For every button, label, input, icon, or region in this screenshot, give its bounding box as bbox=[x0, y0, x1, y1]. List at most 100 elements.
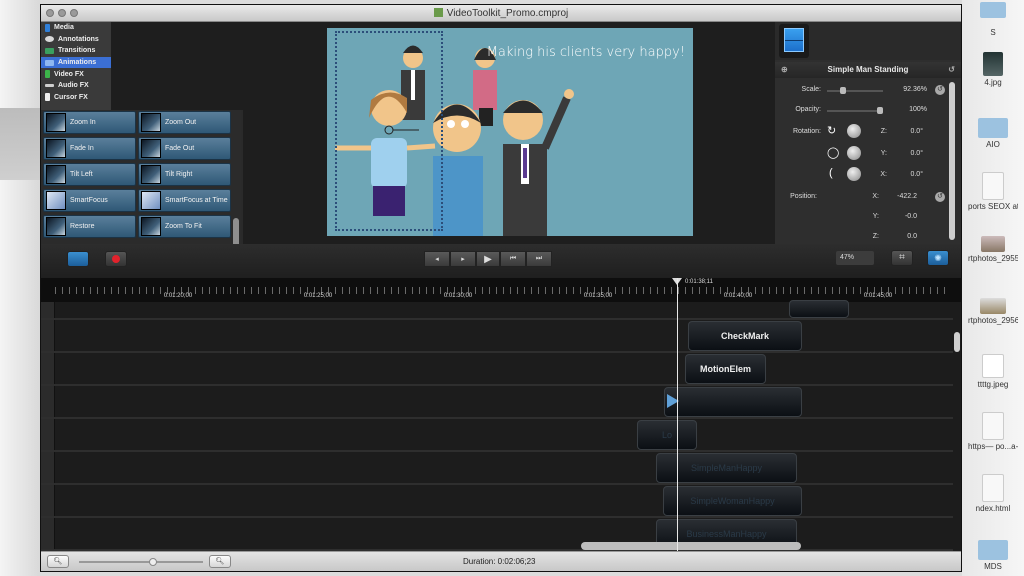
sidebar-item-animations[interactable]: Animations bbox=[41, 56, 111, 69]
tile-tilt-left[interactable]: Tilt Left bbox=[43, 163, 136, 186]
opacity-slider-thumb[interactable] bbox=[877, 107, 883, 114]
reset-all-icon[interactable]: ↺ bbox=[948, 62, 955, 78]
opacity-slider[interactable] bbox=[827, 107, 883, 114]
zoom-level-select[interactable]: 47% bbox=[836, 251, 874, 265]
desktop-tag[interactable]: S bbox=[968, 26, 1018, 37]
app-window: VideoToolkit_Promo.cmproj Media Annotati… bbox=[40, 4, 962, 572]
timeline-ruler[interactable]: 0:01:20;00 0:01:25;00 0:01:30;00 0:01:35… bbox=[41, 278, 961, 302]
timeline-vertical-scrollbar[interactable] bbox=[953, 302, 961, 551]
desktop-html-icon[interactable]: ndex.html bbox=[968, 474, 1018, 513]
tile-zoom-to-fit[interactable]: Zoom To Fit bbox=[138, 215, 231, 238]
ruler-label: 0:01:20;00 bbox=[163, 293, 193, 299]
track-header[interactable] bbox=[41, 452, 55, 483]
desktop-doc-icon[interactable]: ports SEOX at mid GG, SEO bbox=[968, 172, 1018, 211]
rotate-z-icon: ↻ bbox=[827, 125, 837, 137]
timeline-clip[interactable]: SimpleWomanHappy bbox=[663, 486, 802, 516]
position-z-value[interactable]: 0.0 bbox=[883, 233, 917, 240]
track-header[interactable] bbox=[41, 419, 55, 450]
desktop-image-icon[interactable]: 4.jpg bbox=[968, 52, 1018, 87]
media-icon bbox=[45, 23, 50, 32]
track-header[interactable] bbox=[41, 320, 55, 351]
audio-fx-icon bbox=[45, 84, 54, 88]
record-button[interactable] bbox=[105, 251, 127, 267]
desktop-icons: S 4.jpg AIO ports SEOX at mid GG, SEO rt… bbox=[962, 0, 1024, 576]
tile-restore[interactable]: Restore bbox=[43, 215, 136, 238]
rotation-y-knob[interactable] bbox=[847, 146, 861, 160]
visual-properties-button[interactable] bbox=[779, 24, 809, 58]
crop-button[interactable]: ⌗ bbox=[891, 250, 913, 266]
sidebar-item-media[interactable]: Media bbox=[41, 22, 111, 34]
businessman-front bbox=[503, 89, 574, 236]
fade-out-thumbnail bbox=[141, 139, 161, 158]
desktop-image-icon[interactable]: rtphotos_2956 um...g-4aa.jp bbox=[968, 298, 1018, 325]
restore-thumbnail bbox=[46, 217, 66, 236]
sidebar-item-annotations[interactable]: Annotations bbox=[41, 34, 111, 46]
step-forward-button[interactable]: ▸ bbox=[450, 251, 476, 267]
desktop-image-icon[interactable]: ttttg.jpeg bbox=[968, 354, 1018, 389]
scale-slider[interactable] bbox=[827, 87, 883, 94]
track-header[interactable] bbox=[41, 353, 55, 384]
position-x-value[interactable]: -422.2 bbox=[883, 193, 917, 200]
sidebar-item-video-fx[interactable]: Video FX bbox=[41, 68, 111, 80]
opacity-value[interactable]: 100% bbox=[885, 106, 927, 113]
rotation-y-value[interactable]: 0.0° bbox=[893, 150, 923, 157]
track-header[interactable] bbox=[41, 518, 55, 549]
skip-forward-button[interactable]: ⏭ bbox=[526, 251, 552, 267]
rotation-z-knob[interactable] bbox=[847, 124, 861, 138]
tile-smartfocus-at-time[interactable]: SmartFocus at Time bbox=[138, 189, 231, 212]
track-header[interactable] bbox=[41, 386, 55, 417]
timeline-zoom-thumb[interactable] bbox=[148, 558, 157, 566]
play-button[interactable]: ▶ bbox=[476, 251, 500, 267]
scale-label: Scale: bbox=[801, 86, 821, 93]
globe-icon[interactable]: ⊕ bbox=[781, 62, 788, 78]
properties-scrollbar[interactable] bbox=[949, 82, 955, 240]
rotation-x-value[interactable]: 0.0° bbox=[893, 171, 923, 178]
track-header[interactable] bbox=[41, 302, 55, 318]
properties-toggle-button[interactable]: ✺ bbox=[927, 250, 949, 266]
track-row: CheckMark bbox=[41, 320, 953, 353]
tile-zoom-out[interactable]: Zoom Out bbox=[138, 111, 231, 134]
step-back-button[interactable]: ◂ bbox=[424, 251, 450, 267]
timeline-clip[interactable] bbox=[664, 387, 802, 417]
rotation-x-knob[interactable] bbox=[847, 167, 861, 181]
track-row: BusinessManHappy bbox=[41, 518, 953, 551]
vertical-scroll-thumb[interactable] bbox=[954, 332, 960, 352]
timeline-zoom-slider[interactable] bbox=[79, 558, 203, 566]
timeline-clip[interactable]: Lo bbox=[637, 420, 697, 450]
scale-reset-icon[interactable]: ↺ bbox=[935, 85, 945, 95]
zoom-in-button[interactable]: 🔍︎ bbox=[209, 555, 231, 568]
timeline-clip[interactable] bbox=[789, 300, 849, 318]
tile-fade-in[interactable]: Fade In bbox=[43, 137, 136, 160]
scale-value[interactable]: 92.36% bbox=[885, 86, 927, 93]
selection-box[interactable] bbox=[335, 31, 443, 231]
rotation-x-label: X: bbox=[880, 171, 887, 178]
tile-fade-out[interactable]: Fade Out bbox=[138, 137, 231, 160]
desktop-doc-icon[interactable]: https— po...a-X&d- bbox=[968, 412, 1018, 451]
desktop-folder-icon[interactable]: AIO bbox=[968, 118, 1018, 149]
gear-icon: ✺ bbox=[934, 253, 942, 263]
skip-back-button[interactable]: ⏮ bbox=[500, 251, 526, 267]
timeline-toolbar: ◂ ▸ ▶ ⏮ ⏭ 47% ⌗ ✺ bbox=[41, 244, 961, 278]
desktop-folder-icon[interactable] bbox=[968, 2, 1018, 18]
position-reset-icon[interactable]: ↺ bbox=[935, 192, 945, 202]
tile-zoom-in[interactable]: Zoom In bbox=[43, 111, 136, 134]
zoom-out-button[interactable]: 🔍︎ bbox=[47, 555, 69, 568]
track-header[interactable] bbox=[41, 485, 55, 516]
rotation-z-value[interactable]: 0.0° bbox=[893, 128, 923, 135]
cursor-tool-button[interactable] bbox=[67, 251, 89, 267]
timeline-horizontal-scrollbar[interactable] bbox=[581, 542, 801, 550]
desktop-image-icon[interactable]: rtphotos_2955 um...losecup.jp bbox=[968, 236, 1018, 263]
position-x-label: X: bbox=[872, 193, 879, 200]
timeline-clip[interactable]: MotionElem bbox=[685, 354, 766, 384]
zoom-in-icon: 🔍︎ bbox=[215, 558, 225, 565]
timeline-clip[interactable]: CheckMark bbox=[688, 321, 802, 351]
position-y-value[interactable]: -0.0 bbox=[883, 213, 917, 220]
preview-canvas[interactable]: Making his clients very happy! bbox=[327, 28, 693, 236]
sidebar-item-audio-fx[interactable]: Audio FX bbox=[41, 80, 111, 92]
tile-tilt-right[interactable]: Tilt Right bbox=[138, 163, 231, 186]
tile-smartfocus[interactable]: SmartFocus bbox=[43, 189, 136, 212]
sidebar-item-cursor-fx[interactable]: Cursor FX bbox=[41, 92, 111, 104]
sidebar-item-transitions[interactable]: Transitions bbox=[41, 45, 111, 57]
desktop-folder-icon[interactable]: MDS bbox=[968, 540, 1018, 571]
scale-slider-thumb[interactable] bbox=[839, 87, 846, 94]
